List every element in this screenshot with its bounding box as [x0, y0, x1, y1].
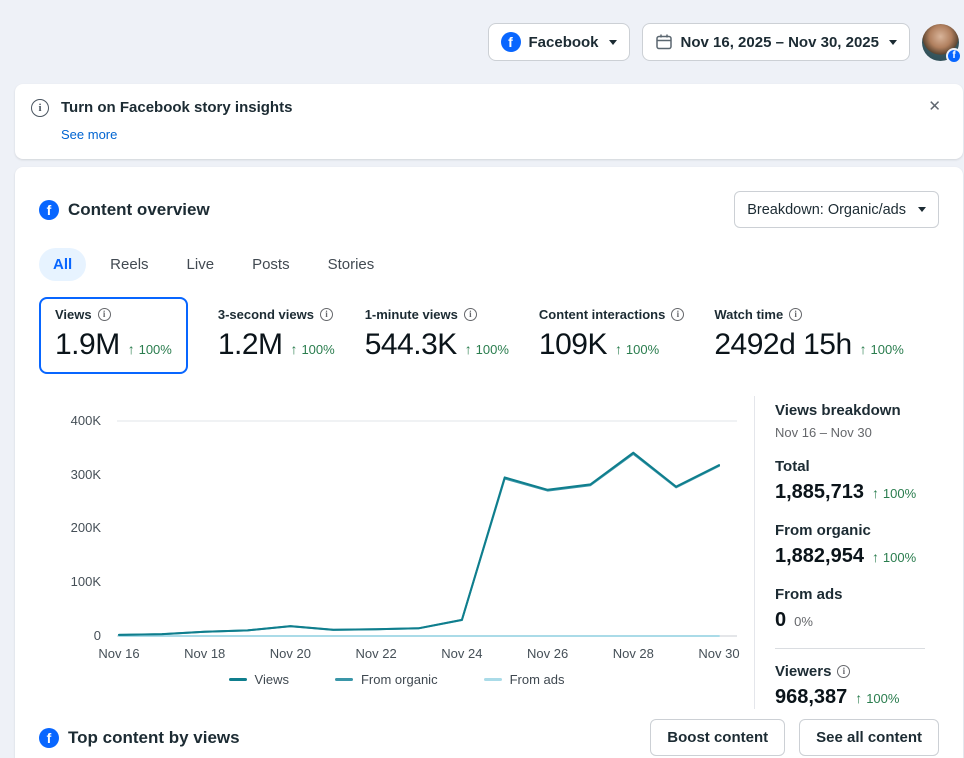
views-line-chart — [39, 406, 754, 641]
x-axis-tick: Nov 18 — [184, 646, 225, 661]
metric-label: Watch time — [714, 307, 783, 322]
info-icon — [837, 665, 850, 678]
facebook-icon — [501, 32, 521, 52]
breakdown-value: 0 — [775, 609, 786, 632]
flat-delta: 0% — [794, 613, 813, 629]
trend-up-delta: 100% — [872, 549, 916, 565]
content-type-tabs: All Reels Live Posts Stories — [39, 248, 939, 281]
see-more-link[interactable]: See more — [61, 127, 117, 142]
info-icon — [31, 99, 49, 117]
trend-up-delta: 100% — [855, 690, 899, 706]
breakdown-row-from-organic: From organic 1,882,954 100% — [775, 522, 939, 568]
info-icon — [789, 308, 802, 321]
calendar-icon — [655, 33, 673, 51]
metric-card-1-minute-views[interactable]: 1-minute views 544.3K 100% — [365, 297, 509, 362]
trend-up-delta: 100% — [291, 341, 335, 357]
platform-label: Facebook — [529, 34, 599, 51]
y-axis-tick: 200K — [39, 520, 101, 536]
tab-stories[interactable]: Stories — [314, 248, 389, 281]
content-overview-card: Content overview Breakdown: Organic/ads … — [15, 167, 963, 758]
platform-selector-button[interactable]: Facebook — [488, 23, 630, 61]
metric-label: 1-minute views — [365, 307, 458, 322]
legend-label: Views — [255, 672, 289, 687]
see-all-content-button[interactable]: See all content — [799, 719, 939, 756]
tab-reels[interactable]: Reels — [96, 248, 162, 281]
trend-up-delta: 100% — [615, 341, 659, 357]
date-range-button[interactable]: Nov 16, 2025 – Nov 30, 2025 — [642, 23, 910, 61]
legend-item-views: Views — [229, 672, 289, 687]
x-axis-tick: Nov 24 — [441, 646, 482, 661]
top-content-title: Top content by views — [39, 728, 240, 748]
content-overview-title: Content overview — [39, 200, 210, 220]
banner-title: Turn on Facebook story insights — [61, 97, 292, 116]
views-breakdown-panel: Views breakdown Nov 16 – Nov 30 Total 1,… — [754, 396, 939, 709]
chevron-down-icon — [889, 40, 897, 45]
legend-label: From ads — [510, 672, 565, 687]
x-axis-tick: Nov 22 — [355, 646, 396, 661]
metric-value: 1.2M — [218, 328, 283, 362]
y-axis-tick: 400K — [39, 413, 101, 429]
chevron-down-icon — [609, 40, 617, 45]
panel-date-range: Nov 16 – Nov 30 — [775, 425, 939, 440]
facebook-icon — [39, 728, 59, 748]
tab-all[interactable]: All — [39, 248, 86, 281]
close-icon[interactable] — [924, 97, 945, 116]
chart-legend: Views From organic From ads — [39, 672, 754, 687]
legend-item-from-ads: From ads — [484, 672, 565, 687]
metric-value: 2492d 15h — [714, 328, 851, 362]
facebook-icon — [39, 200, 59, 220]
y-axis-tick: 300K — [39, 467, 101, 483]
x-axis-tick: Nov 28 — [613, 646, 654, 661]
tab-posts[interactable]: Posts — [238, 248, 304, 281]
legend-swatch — [229, 678, 247, 682]
breakdown-row-viewers: Viewers 968,387 100% — [775, 648, 925, 709]
legend-item-from-organic: From organic — [335, 672, 438, 687]
boost-content-button[interactable]: Boost content — [650, 719, 785, 756]
date-range-label: Nov 16, 2025 – Nov 30, 2025 — [681, 34, 879, 51]
metric-value: 109K — [539, 328, 607, 362]
x-axis-tick: Nov 16 — [98, 646, 139, 661]
y-axis-tick: 100K — [39, 574, 101, 590]
breakdown-row-from-ads: From ads 0 0% — [775, 586, 939, 632]
metric-card-views[interactable]: Views 1.9M 100% — [39, 297, 188, 374]
metric-label: 3-second views — [218, 307, 314, 322]
legend-swatch — [335, 678, 353, 682]
x-axis-tick: Nov 26 — [527, 646, 568, 661]
info-icon — [320, 308, 333, 321]
trend-up-delta: 100% — [872, 485, 916, 501]
x-axis-tick: Nov 30 — [698, 646, 739, 661]
info-icon — [98, 308, 111, 321]
views-chart: 0 100K 200K 300K 400K Nov 16 Nov 18 Nov … — [39, 396, 754, 709]
trend-up-delta: 100% — [465, 341, 509, 357]
facebook-badge-icon — [946, 48, 962, 64]
metric-card-3-second-views[interactable]: 3-second views 1.2M 100% — [218, 297, 335, 362]
top-content-section: Top content by views Boost content See a… — [39, 719, 939, 756]
story-insights-banner: Turn on Facebook story insights See more — [15, 84, 963, 159]
profile-avatar[interactable] — [922, 24, 959, 61]
top-bar: Facebook Nov 16, 2025 – Nov 30, 2025 — [0, 0, 964, 84]
metric-card-content-interactions[interactable]: Content interactions 109K 100% — [539, 297, 684, 362]
info-icon — [671, 308, 684, 321]
breakdown-row-total: Total 1,885,713 100% — [775, 458, 939, 504]
breakdown-value: 968,387 — [775, 686, 847, 709]
legend-swatch — [484, 678, 502, 682]
breakdown-value: 1,882,954 — [775, 545, 864, 568]
metrics-row: Views 1.9M 100% 3-second views 1.2M 100%… — [39, 297, 939, 374]
chevron-down-icon — [918, 207, 926, 212]
x-axis-tick: Nov 20 — [270, 646, 311, 661]
breakdown-value: 1,885,713 — [775, 481, 864, 504]
panel-title: Views breakdown — [775, 402, 939, 419]
info-icon — [464, 308, 477, 321]
metric-label: Content interactions — [539, 307, 665, 322]
legend-label: From organic — [361, 672, 438, 687]
metric-value: 1.9M — [55, 328, 120, 362]
metric-value: 544.3K — [365, 328, 457, 362]
breakdown-dropdown[interactable]: Breakdown: Organic/ads — [734, 191, 939, 228]
metric-card-watch-time[interactable]: Watch time 2492d 15h 100% — [714, 297, 903, 362]
y-axis-tick: 0 — [39, 628, 101, 644]
metric-label: Views — [55, 307, 92, 322]
trend-up-delta: 100% — [128, 341, 172, 357]
tab-live[interactable]: Live — [173, 248, 229, 281]
trend-up-delta: 100% — [860, 341, 904, 357]
